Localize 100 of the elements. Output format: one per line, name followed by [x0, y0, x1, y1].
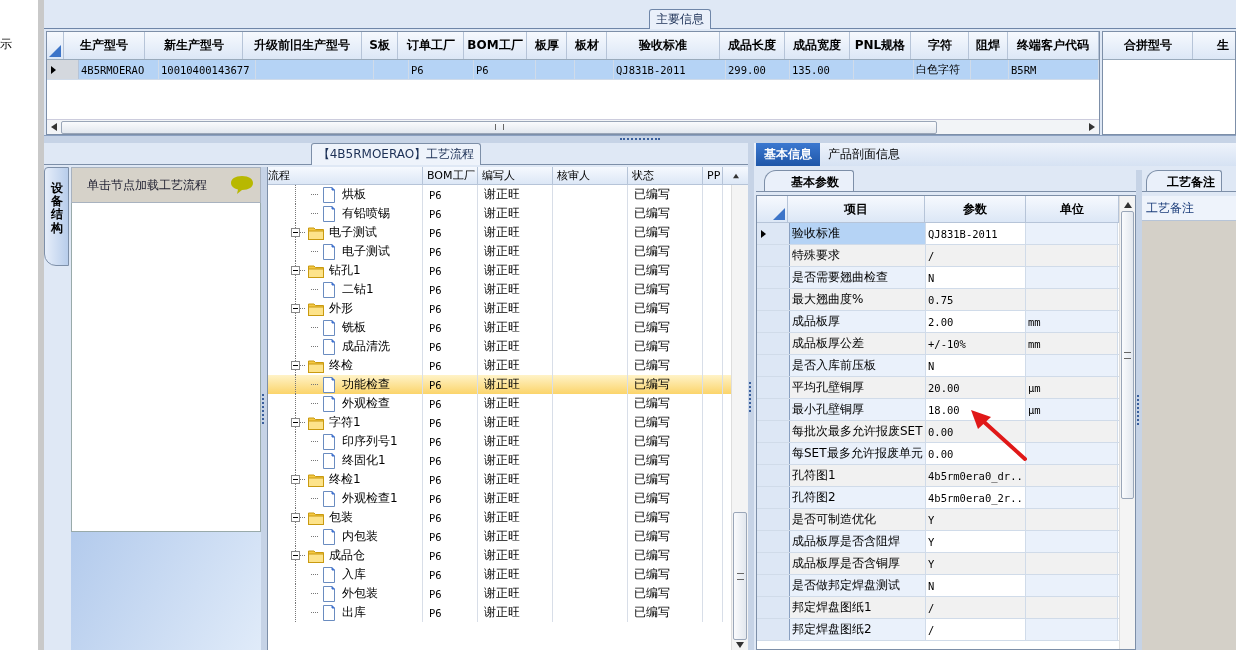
scroll-thumb[interactable] — [1121, 211, 1134, 499]
table-cell: 0.00 — [926, 421, 1026, 442]
folder-icon — [308, 547, 324, 564]
table-cell: N — [926, 575, 1026, 596]
table-cell[interactable]: 邦定焊盘图纸1 — [790, 597, 926, 618]
tree-row[interactable]: 终固化1 P6 谢正旺 已编写 — [268, 451, 731, 470]
column-header[interactable]: 生 — [1193, 32, 1235, 59]
tree-row[interactable]: 外包装 P6 谢正旺 已编写 — [268, 584, 731, 603]
collapse-icon[interactable] — [291, 228, 300, 237]
scroll-thumb[interactable] — [733, 512, 747, 640]
column-header[interactable]: 升级前旧生产型号 — [243, 32, 362, 59]
table-cell[interactable]: 成品板厚是否含阻焊 — [790, 531, 926, 552]
column-header[interactable]: 编写人 — [478, 167, 553, 184]
folder-icon — [308, 509, 324, 526]
collapse-icon[interactable] — [291, 418, 300, 427]
table-cell[interactable]: 最小孔壁铜厚 — [790, 399, 926, 420]
column-header[interactable]: PNL规格 — [850, 32, 911, 59]
column-header[interactable]: 终端客户代码 — [1008, 32, 1099, 59]
tree-row[interactable]: 有铅喷锡 P6 谢正旺 已编写 — [268, 204, 731, 223]
tab[interactable]: 基本信息 — [756, 143, 820, 166]
column-header[interactable]: 成品长度 — [720, 32, 785, 59]
column-header[interactable]: 验收标准 — [607, 32, 720, 59]
table-cell[interactable]: 特殊要求 — [790, 245, 926, 266]
tree-row[interactable]: 内包装 P6 谢正旺 已编写 — [268, 527, 731, 546]
tree-row[interactable]: 铣板 P6 谢正旺 已编写 — [268, 318, 731, 337]
tree-row[interactable]: 外观检查1 P6 谢正旺 已编写 — [268, 489, 731, 508]
column-header[interactable]: 阻焊 — [969, 32, 1008, 59]
column-header[interactable]: PP — [703, 167, 723, 184]
collapse-icon[interactable] — [291, 475, 300, 484]
vertical-scrollbar[interactable] — [1119, 196, 1135, 649]
table-cell[interactable]: 平均孔壁铜厚 — [790, 377, 926, 398]
tree-row[interactable]: 外形 P6 谢正旺 已编写 — [268, 299, 731, 318]
tree-row[interactable]: 入库 P6 谢正旺 已编写 — [268, 565, 731, 584]
column-header[interactable]: 板材 — [567, 32, 607, 59]
column-header[interactable]: 状态 — [628, 167, 703, 184]
scroll-right-icon[interactable] — [1089, 123, 1095, 131]
column-header[interactable]: 订单工厂 — [398, 32, 464, 59]
column-header[interactable]: 生产型号 — [64, 32, 145, 59]
column-header[interactable]: BOM工厂 — [464, 32, 527, 59]
tree-row[interactable]: 印序列号1 P6 谢正旺 已编写 — [268, 432, 731, 451]
column-header[interactable]: 参数 — [925, 196, 1026, 222]
table-cell[interactable]: 孔符图1 — [790, 465, 926, 486]
table-cell[interactable]: 最大翘曲度% — [790, 289, 926, 310]
table-row[interactable]: 4B5RMOERAO 10010400143677 P6 P6 QJ831B-2011 299.00 135.00 白色字符 B5RM — [47, 60, 1099, 80]
column-header[interactable]: 成品宽度 — [785, 32, 850, 59]
table-cell[interactable]: 孔符图2 — [790, 487, 926, 508]
tab[interactable]: 基本参数 — [764, 170, 854, 191]
table-cell[interactable]: 成品板厚 — [790, 311, 926, 332]
column-header[interactable]: 合拼型号 — [1103, 32, 1193, 59]
column-header[interactable]: 新生产型号 — [145, 32, 243, 59]
tree-row[interactable]: 电子测试 P6 谢正旺 已编写 — [268, 223, 731, 242]
collapse-icon[interactable] — [291, 361, 300, 370]
row-header[interactable] — [757, 223, 790, 244]
table-cell: Y — [926, 553, 1026, 574]
column-header[interactable]: BOM工厂 — [423, 167, 478, 184]
tree-row[interactable]: 电子测试 P6 谢正旺 已编写 — [268, 242, 731, 261]
tab[interactable]: 工艺备注 — [1146, 170, 1222, 191]
table-cell[interactable]: 验收标准 — [790, 223, 926, 244]
scroll-down-icon[interactable] — [736, 642, 744, 648]
tree-row[interactable]: 出库 P6 谢正旺 已编写 — [268, 603, 731, 622]
collapse-icon[interactable] — [291, 304, 300, 313]
tree-row[interactable]: 包装 P6 谢正旺 已编写 — [268, 508, 731, 527]
tab[interactable]: 产品剖面信息 — [820, 143, 908, 166]
tree-row[interactable]: 外观检查 P6 谢正旺 已编写 — [268, 394, 731, 413]
side-tab[interactable]: 设备结构 — [44, 167, 69, 266]
collapse-icon[interactable] — [291, 513, 300, 522]
remarks-field[interactable] — [1142, 221, 1236, 650]
vertical-scrollbar[interactable] — [731, 185, 748, 650]
table-cell[interactable]: 每SET最多允许报废单元 — [790, 443, 926, 464]
document-icon — [321, 452, 337, 469]
scroll-thumb[interactable] — [61, 120, 937, 134]
table-cell[interactable]: 每批次最多允许报废SET — [790, 421, 926, 442]
horizontal-scrollbar[interactable] — [47, 119, 1099, 134]
column-header[interactable]: 板厚 — [527, 32, 567, 59]
column-header[interactable]: S板 — [362, 32, 398, 59]
tree-row[interactable]: 钻孔1 P6 谢正旺 已编写 — [268, 261, 731, 280]
table-cell[interactable]: 是否需要翘曲检查 — [790, 267, 926, 288]
column-header[interactable]: 核审人 — [553, 167, 628, 184]
column-header[interactable]: 项目 — [788, 196, 925, 222]
row-header[interactable] — [47, 60, 79, 79]
tree-row[interactable]: 终检1 P6 谢正旺 已编写 — [268, 470, 731, 489]
column-header[interactable]: 流程 — [268, 167, 423, 184]
scroll-up-icon[interactable] — [1123, 202, 1132, 208]
collapse-icon[interactable] — [291, 551, 300, 560]
collapse-icon[interactable] — [291, 266, 300, 275]
tree-row[interactable]: 二钻1 P6 谢正旺 已编写 — [268, 280, 731, 299]
table-cell[interactable]: 是否可制造优化 — [790, 509, 926, 530]
tree-row[interactable]: 成品仓 P6 谢正旺 已编写 — [268, 546, 731, 565]
table-cell[interactable]: 是否做邦定焊盘测试 — [790, 575, 926, 596]
scroll-left-icon[interactable] — [51, 123, 57, 131]
tree-row[interactable]: 字符1 P6 谢正旺 已编写 — [268, 413, 731, 432]
column-header[interactable]: 字符 — [911, 32, 969, 59]
tree-row[interactable]: 烘板 P6 谢正旺 已编写 — [268, 185, 731, 204]
tree-row[interactable]: 功能检查 P6 谢正旺 已编写 — [268, 375, 731, 394]
table-cell[interactable]: 成品板厚公差 — [790, 333, 926, 354]
table-cell[interactable]: 成品板厚是否含铜厚 — [790, 553, 926, 574]
table-cell[interactable]: 是否入库前压板 — [790, 355, 926, 376]
table-cell: P6 — [423, 204, 478, 223]
table-cell[interactable]: 邦定焊盘图纸2 — [790, 619, 926, 640]
tree-row[interactable]: 成品清洗 P6 谢正旺 已编写 — [268, 337, 731, 356]
